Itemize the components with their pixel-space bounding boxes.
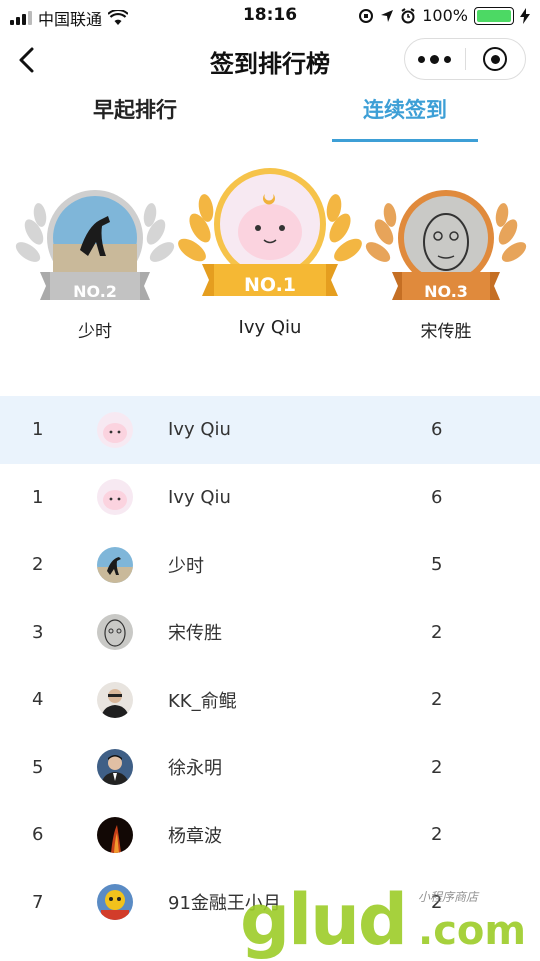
close-miniprogram-button[interactable] <box>465 39 525 79</box>
checkin-count: 2 <box>431 756 443 778</box>
avatar <box>97 614 133 651</box>
avatar <box>97 816 133 853</box>
avatar <box>97 681 133 718</box>
rank-badge-label: NO.2 <box>73 282 117 301</box>
list-item[interactable]: 4 KK_俞鲲 2 <box>0 666 540 734</box>
list-item[interactable]: 7 91金融王小月 2 <box>0 869 540 937</box>
charging-icon <box>520 7 530 24</box>
tab-underline <box>332 139 478 142</box>
rank-badge-label: NO.1 <box>243 274 297 296</box>
user-name: 杨章波 <box>168 825 222 847</box>
nav-bar: 签到排行榜 <box>0 32 540 88</box>
tab-consecutive-checkin[interactable]: 连续签到 <box>332 92 478 142</box>
user-name: 徐永明 <box>168 758 222 780</box>
checkin-count: 6 <box>431 419 443 441</box>
list-item-self[interactable]: 1 Ivy Qiu 6 <box>0 396 540 464</box>
avatar <box>97 411 133 448</box>
rank-number: 1 <box>32 419 44 441</box>
ranking-list: 1 Ivy Qiu 6 1 Ivy Qiu 6 2 少时 5 3 宋传胜 2 4 <box>0 396 540 936</box>
list-item[interactable]: 6 杨章波 2 <box>0 801 540 869</box>
user-name: 少时 <box>168 555 204 577</box>
user-name: 91金融王小月 <box>168 893 281 915</box>
avatar <box>97 479 133 516</box>
podium-second[interactable]: NO.2 少时 <box>0 160 190 342</box>
avatar <box>97 884 133 921</box>
podium-first[interactable]: NO.1 Ivy Qiu <box>170 150 370 340</box>
more-dot-icon <box>430 54 440 64</box>
list-item[interactable]: 5 徐永明 2 <box>0 734 540 802</box>
checkin-count: 2 <box>431 891 443 913</box>
orientation-lock-icon <box>359 8 374 23</box>
alarm-icon <box>401 7 415 23</box>
more-dot-icon <box>444 55 452 63</box>
miniprogram-capsule <box>404 38 526 80</box>
status-bar: 中国联通 18:16 100% <box>0 0 540 32</box>
checkin-count: 5 <box>431 554 443 576</box>
podium-name: Ivy Qiu <box>238 317 302 338</box>
list-item[interactable]: 1 Ivy Qiu 6 <box>0 464 540 532</box>
checkin-count: 2 <box>431 824 443 846</box>
list-item[interactable]: 3 宋传胜 2 <box>0 599 540 667</box>
user-name: KK_俞鲲 <box>168 690 237 712</box>
more-button[interactable] <box>405 39 465 79</box>
podium-name: 少时 <box>78 322 112 342</box>
battery-percent: 100% <box>422 6 468 25</box>
podium-third[interactable]: NO.3 宋传胜 <box>362 160 530 342</box>
more-dot-icon <box>418 55 426 63</box>
tab-bar: 早起排行 连续签到 <box>0 88 540 146</box>
rank-number: 5 <box>32 756 44 778</box>
podium-name: 宋传胜 <box>420 322 472 342</box>
battery-icon <box>474 6 514 25</box>
rank-number: 3 <box>32 621 44 643</box>
tab-early-rise[interactable]: 早起排行 <box>60 92 210 142</box>
rank-number: 1 <box>32 486 44 508</box>
avatar <box>97 546 133 583</box>
checkin-count: 2 <box>431 689 443 711</box>
user-name: 宋传胜 <box>168 623 222 645</box>
rank-number: 7 <box>32 891 44 913</box>
user-name: Ivy Qiu <box>168 419 231 441</box>
checkin-count: 6 <box>431 486 443 508</box>
tab-label: 连续签到 <box>363 98 447 122</box>
rank-number: 2 <box>32 554 44 576</box>
user-name: Ivy Qiu <box>168 486 231 508</box>
list-item[interactable]: 2 少时 5 <box>0 531 540 599</box>
checkin-count: 2 <box>431 621 443 643</box>
rank-number: 6 <box>32 824 44 846</box>
rank-badge-label: NO.3 <box>424 282 468 301</box>
avatar <box>97 749 133 786</box>
target-icon <box>483 47 508 71</box>
location-icon <box>381 9 394 22</box>
podium: NO.2 少时 NO.1 Ivy Qiu NO.3 宋传胜 <box>0 160 540 360</box>
rank-number: 4 <box>32 689 44 711</box>
